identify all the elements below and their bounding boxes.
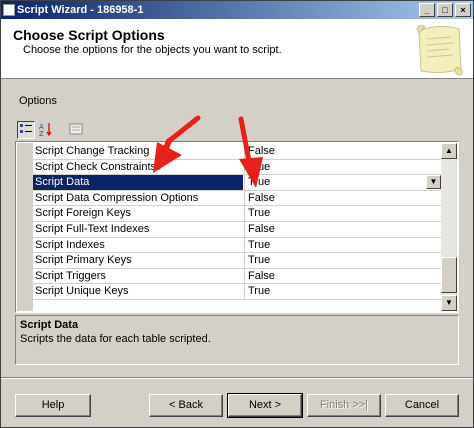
property-description-panel: Script Data Scripts the data for each ta… xyxy=(15,315,459,365)
cancel-button[interactable]: Cancel xyxy=(385,394,459,417)
back-button[interactable]: < Back xyxy=(149,394,223,417)
grid-row-name: Script Unique Keys xyxy=(35,285,129,298)
maximize-button[interactable]: □ xyxy=(437,3,453,17)
grid-row-name: Script Data Compression Options xyxy=(35,191,199,204)
property-toolbar: AZ xyxy=(15,119,459,141)
grid-gutter xyxy=(17,143,33,311)
grid-row[interactable]: Script Indexes True xyxy=(33,237,442,254)
grid-row[interactable]: Script Check Constraints True xyxy=(33,159,442,176)
script-wizard-window: Script Wizard - 186958-1 _ □ × Choose Sc… xyxy=(0,0,474,428)
wizard-header: Choose Script Options Choose the options… xyxy=(1,19,473,79)
title-bar[interactable]: Script Wizard - 186958-1 _ □ × xyxy=(1,1,473,19)
grid-row-name: Script Check Constraints xyxy=(35,160,157,173)
help-button[interactable]: Help xyxy=(15,394,91,417)
property-pages-icon[interactable] xyxy=(67,121,85,139)
page-title: Choose Script Options xyxy=(13,27,165,43)
value-dropdown-icon[interactable]: ▼ xyxy=(426,175,441,190)
categorized-icon[interactable] xyxy=(17,121,35,139)
grid-row-value[interactable]: True xyxy=(244,159,442,175)
grid-row[interactable]: Script Primary Keys True xyxy=(33,253,442,269)
grid-row[interactable]: Script Triggers False xyxy=(33,268,442,285)
grid-row-value[interactable]: True xyxy=(244,237,442,253)
grid-row-value[interactable]: False xyxy=(244,144,442,159)
alphabetical-icon[interactable]: AZ xyxy=(37,121,55,139)
grid-row-name: Script Triggers xyxy=(35,269,106,282)
options-label: Options xyxy=(19,95,57,107)
grid-row[interactable]: Script Data True ▼ xyxy=(33,175,442,191)
grid-row-name: Script Full-Text Indexes xyxy=(35,223,150,235)
title-buttons: _ □ × xyxy=(419,3,471,17)
grid-row[interactable]: Script Unique Keys True xyxy=(33,284,442,300)
grid-row-value[interactable]: True xyxy=(244,206,442,221)
grid-row-value[interactable]: False xyxy=(244,190,442,206)
window-title: Script Wizard - 186958-1 xyxy=(17,4,144,16)
grid-row-value[interactable]: True xyxy=(244,253,442,268)
description-text: Scripts the data for each table scripted… xyxy=(20,333,211,345)
button-separator xyxy=(1,377,473,379)
minimize-button[interactable]: _ xyxy=(419,3,435,17)
scroll-icon xyxy=(416,24,463,76)
scroll-thumb[interactable] xyxy=(441,257,457,293)
grid-row-name: Script Indexes xyxy=(35,238,105,251)
grid-row-name: Script Primary Keys xyxy=(35,254,132,267)
description-title: Script Data xyxy=(20,319,79,331)
svg-text:Z: Z xyxy=(39,130,44,136)
grid-row[interactable]: Script Foreign Keys True xyxy=(33,206,442,222)
next-button[interactable]: Next > xyxy=(227,393,303,418)
scroll-up-icon[interactable]: ▲ xyxy=(441,143,457,159)
close-button[interactable]: × xyxy=(455,3,471,17)
grid-row-value[interactable]: False xyxy=(244,268,442,284)
grid-scrollbar[interactable]: ▲ ▼ xyxy=(441,143,457,311)
grid-row[interactable]: Script Data Compression Options False xyxy=(33,190,442,207)
app-icon xyxy=(3,4,15,16)
page-subtitle: Choose the options for the objects you w… xyxy=(23,44,282,56)
grid-row-name: Script Change Tracking xyxy=(35,145,150,157)
scroll-down-icon[interactable]: ▼ xyxy=(441,295,457,311)
grid-row-value[interactable]: True xyxy=(244,284,442,299)
grid-row[interactable]: Script Change Tracking False xyxy=(33,144,442,160)
grid-row-name: Script Data xyxy=(33,175,243,190)
grid-row-name: Script Foreign Keys xyxy=(35,207,131,220)
property-grid-body: Script Change Tracking False Script Check … xyxy=(17,143,442,311)
grid-row[interactable]: Script Full-Text Indexes False xyxy=(33,222,442,238)
grid-row-value[interactable]: True ▼ xyxy=(244,175,442,190)
finish-button[interactable]: Finish >>| xyxy=(307,394,381,417)
property-grid[interactable]: Script Change Tracking False Script Check … xyxy=(15,141,459,313)
grid-row-value[interactable]: False xyxy=(244,222,442,237)
